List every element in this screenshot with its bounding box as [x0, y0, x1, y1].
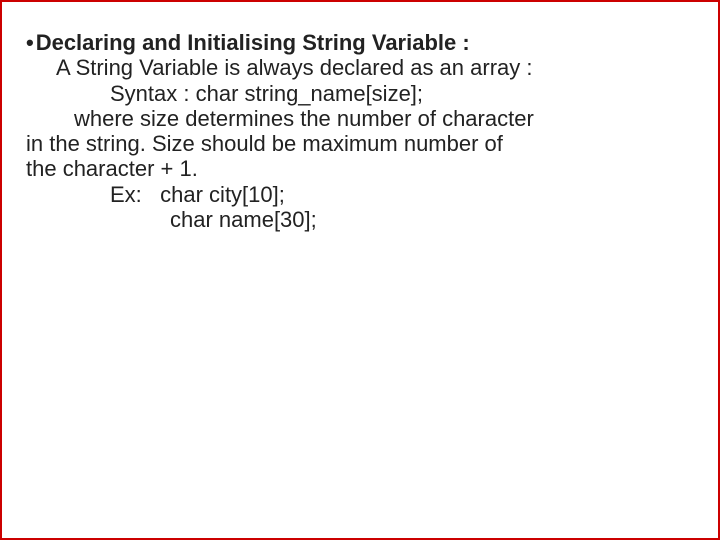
body-line-5: the character + 1. — [26, 156, 694, 181]
syntax-line: Syntax : char string_name[size]; — [110, 81, 694, 106]
example-code-2: char name[30]; — [170, 207, 694, 232]
bullet-icon: • — [26, 30, 34, 55]
body-line-4: in the string. Size should be maximum nu… — [26, 131, 694, 156]
body-line-1: A String Variable is always declared as … — [56, 55, 694, 80]
heading-text: Declaring and Initialising String Variab… — [36, 30, 470, 55]
slide-content: • Declaring and Initialising String Vari… — [2, 2, 718, 232]
example-label: Ex: — [110, 182, 142, 207]
body-line-3: where size determines the number of char… — [74, 106, 694, 131]
heading-row: • Declaring and Initialising String Vari… — [26, 30, 694, 55]
example-line-1: Ex: char city[10]; — [110, 182, 694, 207]
example-code-1: char city[10]; — [160, 182, 285, 207]
